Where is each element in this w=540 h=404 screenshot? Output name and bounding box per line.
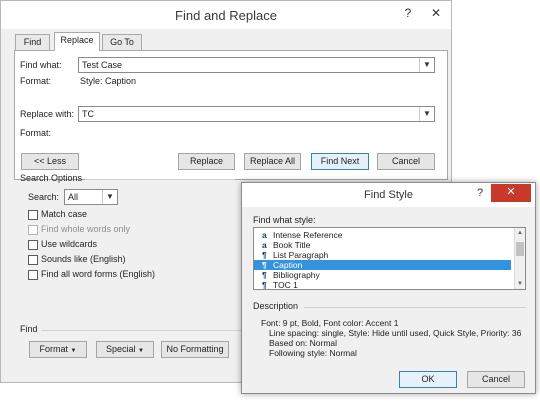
list-item[interactable]: ¶ Bibliography (254, 270, 511, 280)
paragraph-style-icon: ¶ (262, 280, 267, 290)
find-what-label: Find what: (20, 60, 62, 70)
chevron-down-icon[interactable]: ▼ (102, 190, 117, 204)
find-group-title: Find (20, 324, 38, 334)
scrollbar-thumb[interactable] (516, 242, 524, 256)
divider (85, 179, 235, 180)
style-name: TOC 1 (273, 280, 298, 290)
checkbox-box[interactable] (28, 255, 38, 265)
checkbox-label: Use wildcards (41, 239, 98, 249)
dropdown-arrow-icon: ▼ (70, 348, 77, 354)
special-button[interactable]: Special ▼ (96, 341, 154, 358)
help-icon[interactable]: ? (395, 3, 421, 23)
ok-button[interactable]: OK (399, 371, 457, 388)
search-direction-select[interactable]: All ▼ (64, 189, 118, 205)
find-format-label: Format: (20, 76, 52, 86)
format-button[interactable]: Format ▼ (29, 341, 87, 358)
list-item[interactable]: ¶ List Paragraph (254, 250, 511, 260)
style-list[interactable]: a Intense Reference a Book Title ¶ List Par… (253, 227, 526, 290)
dropdown-arrow-icon: ▼ (138, 348, 144, 354)
title-bar[interactable]: Find Style ? ✕ (242, 183, 535, 207)
help-icon[interactable]: ? (473, 185, 487, 201)
character-style-icon: a (262, 230, 267, 240)
divider (304, 307, 526, 308)
title-bar[interactable]: Find and Replace ? ✕ (1, 1, 451, 29)
checkbox-label: Match case (41, 209, 88, 219)
style-name: Bibliography (273, 270, 320, 280)
style-list-label: Find what style: (253, 215, 316, 225)
replace-format-label: Format: (20, 128, 52, 138)
list-item[interactable]: ¶ TOC 1 (254, 280, 511, 290)
checkbox-box[interactable] (28, 210, 38, 220)
paragraph-style-icon: ¶ (262, 250, 267, 260)
scroll-up-icon[interactable]: ▲ (515, 228, 525, 238)
checkbox-label: Find whole words only (41, 224, 131, 234)
divider (41, 330, 241, 331)
search-options-title: Search Options (20, 173, 83, 183)
checkbox-box[interactable] (28, 240, 38, 250)
scroll-down-icon[interactable]: ▼ (515, 279, 525, 289)
list-item[interactable]: a Intense Reference (254, 230, 511, 240)
tab-find[interactable]: Find (15, 34, 50, 51)
style-name: Intense Reference (273, 230, 343, 240)
cancel-button[interactable]: Cancel (377, 153, 435, 170)
search-direction-value: All (68, 192, 79, 202)
list-item[interactable]: a Book Title (254, 240, 511, 250)
style-name: List Paragraph (273, 250, 329, 260)
checkbox-box[interactable] (28, 225, 38, 235)
cancel-button[interactable]: Cancel (467, 371, 525, 388)
replace-all-button[interactable]: Replace All (244, 153, 301, 170)
description-title: Description (253, 301, 299, 311)
checkbox-box[interactable] (28, 270, 38, 280)
replace-with-input[interactable]: TC ▼ (78, 106, 435, 122)
format-button-label: Format (39, 344, 69, 354)
description-line: Based on: Normal (269, 338, 338, 348)
find-style-dialog: Find Style ? ✕ Find what style: a Intense… (241, 182, 536, 394)
checkbox-label: Find all word forms (English) (41, 269, 156, 279)
replace-with-label: Replace with: (20, 109, 75, 119)
tab-go-to[interactable]: Go To (102, 34, 142, 51)
replace-with-value: TC (82, 109, 94, 119)
search-direction-label: Search: (28, 192, 60, 202)
find-what-value: Test Case (82, 60, 123, 70)
description-line: Font: 9 pt, Bold, Font color: Accent 1 (261, 318, 399, 328)
less-button[interactable]: << Less (21, 153, 79, 170)
style-name: Book Title (273, 240, 311, 250)
style-name: Caption (273, 260, 303, 270)
close-icon[interactable]: ✕ (423, 3, 449, 23)
scrollbar[interactable]: ▲ ▼ (514, 228, 525, 289)
dialog-title: Find and Replace (175, 8, 277, 23)
paragraph-style-icon: ¶ (262, 270, 267, 280)
description-line: Line spacing: single, Style: Hide until … (269, 328, 522, 338)
replace-button[interactable]: Replace (178, 153, 235, 170)
find-what-input[interactable]: Test Case ▼ (78, 57, 435, 73)
description-line: Following style: Normal (269, 348, 357, 358)
paragraph-style-icon: ¶ (262, 260, 267, 270)
chevron-down-icon[interactable]: ▼ (419, 107, 434, 121)
chevron-down-icon[interactable]: ▼ (419, 58, 434, 72)
close-icon[interactable]: ✕ (491, 184, 531, 202)
list-item-selected[interactable]: ¶ Caption (254, 260, 511, 270)
character-style-icon: a (262, 240, 267, 250)
find-next-button[interactable]: Find Next (311, 153, 369, 170)
checkbox-label: Sounds like (English) (41, 254, 126, 264)
special-button-label: Special (106, 344, 136, 354)
no-formatting-button[interactable]: No Formatting (161, 341, 229, 358)
tab-replace[interactable]: Replace (54, 32, 100, 51)
find-format-value: Style: Caption (80, 76, 137, 86)
